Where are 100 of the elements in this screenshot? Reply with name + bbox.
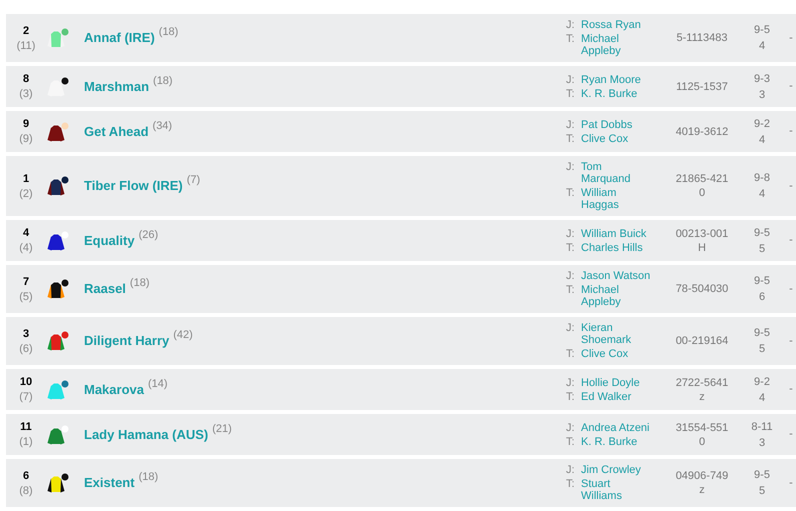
age-text: 3 (758, 436, 766, 448)
horse-name-link[interactable]: Marshman (84, 76, 150, 96)
runner-number: 8 (22, 73, 30, 85)
age-text: 3 (758, 88, 766, 100)
draw-number: (9) (19, 133, 33, 145)
jockey-name-link[interactable]: Kieran Shoemark (581, 322, 653, 346)
weight-text: 9-5 (754, 275, 770, 287)
rating-text: (34) (152, 118, 172, 134)
runner-number: 4 (22, 227, 30, 239)
weight-text: 9-5 (754, 469, 770, 481)
trainer-name-link[interactable]: Michael Appleby (581, 284, 653, 308)
rating-text: (14) (148, 376, 168, 392)
weight-text: 9-5 (754, 24, 770, 36)
age-text: 4 (758, 188, 766, 200)
weight-text: 9-2 (754, 118, 770, 130)
trainer-label: T: (566, 132, 576, 144)
runner-number: 3 (22, 328, 30, 340)
age-text: 4 (758, 134, 766, 146)
age-text: 5 (758, 485, 766, 497)
trainer-name-link[interactable]: William Haggas (581, 187, 653, 211)
horse-name-link[interactable]: Tiber Flow (IRE) (84, 176, 183, 196)
jockey-name-link[interactable]: Jason Watson (581, 270, 653, 282)
jockey-name-link[interactable]: Rossa Ryan (581, 19, 653, 31)
weight-text: 9-8 (754, 172, 770, 184)
trainer-name-link[interactable]: Stuart Williams (581, 478, 653, 502)
horse-name-link[interactable]: Get Ahead (84, 122, 149, 142)
jockey-label: J: (566, 118, 576, 130)
trainer-name-link[interactable]: Charles Hills (581, 242, 653, 254)
draw-number: (6) (19, 342, 33, 354)
age-text: 6 (758, 291, 766, 303)
runner-number: 11 (20, 421, 32, 433)
form-text: 31554-5510 (674, 420, 730, 448)
jockey-name-link[interactable]: Pat Dobbs (581, 118, 653, 130)
jockey-label: J: (566, 161, 576, 175)
draw-number: (11) (16, 40, 36, 52)
jockey-label: J: (566, 74, 576, 86)
trainer-name-link[interactable]: K. R. Burke (581, 436, 653, 448)
rating-text: (18) (130, 276, 150, 292)
runner-number: 9 (22, 118, 30, 130)
weight-text: 9-5 (754, 226, 770, 238)
rating-dash: - (789, 427, 793, 442)
form-text: 2722-5641z (674, 376, 730, 404)
rating-dash: - (789, 282, 793, 297)
jockey-name-link[interactable]: Tom Marquand (581, 161, 653, 185)
rating-dash: - (789, 124, 793, 140)
jockey-name-link[interactable]: Hollie Doyle (581, 376, 653, 388)
rating-dash: - (789, 30, 793, 46)
trainer-name-link[interactable]: Ed Walker (581, 390, 653, 402)
trainer-name-link[interactable]: Michael Appleby (581, 33, 653, 57)
form-text: 5-1113483 (676, 31, 728, 45)
form-text: 00-219164 (674, 334, 730, 348)
trainer-label: T: (566, 390, 576, 402)
jockey-label: J: (566, 422, 576, 434)
draw-number: (2) (19, 188, 33, 200)
weight-text: 8-11 (751, 420, 773, 432)
jockey-name-link[interactable]: William Buick (581, 228, 653, 240)
trainer-name-link[interactable]: Clive Cox (581, 132, 653, 144)
runner-number: 7 (22, 276, 30, 288)
rating-text: (18) (153, 74, 173, 89)
draw-number: (5) (19, 290, 33, 302)
form-text: 21865-4210 (674, 172, 730, 200)
jockey-label: J: (566, 322, 576, 336)
runner-number: 2 (22, 24, 30, 36)
rating-dash: - (789, 79, 793, 94)
jockey-label: J: (566, 228, 576, 240)
runner-number: 10 (20, 376, 32, 388)
rating-text: (7) (186, 173, 200, 188)
rating-dash: - (789, 334, 793, 349)
trainer-label: T: (566, 88, 576, 100)
age-text: 5 (758, 242, 766, 254)
trainer-name-link[interactable]: K. R. Burke (581, 88, 653, 100)
trainer-label: T: (566, 436, 576, 448)
horse-name-link[interactable]: Diligent Harry (84, 331, 170, 351)
jockey-label: J: (566, 270, 576, 282)
rating-text: (18) (138, 470, 158, 486)
rating-dash: - (789, 233, 793, 248)
rating-text: (42) (173, 328, 193, 344)
weight-text: 9-5 (754, 327, 770, 339)
horse-name-link[interactable]: Equality (84, 230, 135, 250)
horse-name-link[interactable]: Existent (84, 473, 135, 493)
rating-dash: - (789, 476, 793, 491)
jockey-name-link[interactable]: Andrea Atzeni (581, 422, 653, 434)
draw-number: (3) (19, 88, 33, 100)
trainer-label: T: (566, 348, 576, 360)
jockey-label: J: (566, 464, 576, 476)
horse-name-link[interactable]: Raasel (84, 279, 126, 299)
horse-name-link[interactable]: Annaf (IRE) (84, 28, 155, 48)
horse-name-link[interactable]: Makarova (84, 380, 144, 400)
trainer-label: T: (566, 242, 576, 254)
jockey-name-link[interactable]: Ryan Moore (581, 74, 653, 86)
form-text: 1125-1537 (675, 80, 729, 94)
jockey-label: J: (566, 19, 576, 31)
weight-text: 9-3 (754, 72, 770, 84)
trainer-name-link[interactable]: Clive Cox (581, 348, 653, 360)
draw-number: (1) (19, 436, 33, 448)
rating-text: (21) (212, 422, 232, 437)
draw-number: (7) (19, 391, 33, 403)
jockey-name-link[interactable]: Jim Crowley (581, 464, 653, 476)
draw-number: (8) (19, 484, 33, 496)
horse-name-link[interactable]: Lady Hamana (AUS) (84, 424, 208, 444)
